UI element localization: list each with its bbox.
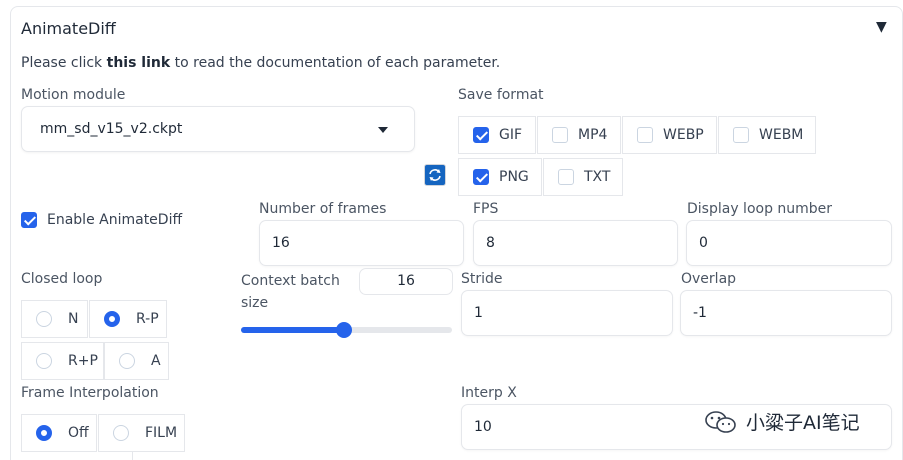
docs-link[interactable]: this link [107, 55, 171, 71]
save-format-option-label: WEBP [663, 127, 704, 143]
save-format-webm-checkbox[interactable]: WEBM [718, 116, 816, 154]
radio-icon [119, 353, 135, 369]
closed-loop-option-r-p[interactable]: R+P [21, 342, 104, 380]
number-of-frames-label: Number of frames [259, 201, 387, 217]
radio-icon [36, 311, 52, 327]
display-loop-label: Display loop number [687, 201, 833, 217]
save-format-gif-checkbox[interactable]: GIF [458, 116, 536, 154]
fps-input[interactable]: 8 [473, 220, 678, 266]
frame-interpolation-option-film[interactable]: FILM [98, 414, 185, 452]
save-format-txt-checkbox[interactable]: TXT [543, 158, 623, 196]
description-text: Please click this link to read the docum… [21, 55, 501, 71]
frame-interpolation-label: Frame Interpolation [21, 385, 159, 401]
save-format-png-checkbox[interactable]: PNG [458, 158, 542, 196]
checkbox-icon [558, 169, 574, 185]
enable-animatediff-label: Enable AnimateDiff [47, 212, 183, 228]
panel-title[interactable]: AnimateDiff [21, 19, 116, 38]
closed-loop-option-label: R+P [68, 353, 98, 369]
radio-icon [113, 425, 129, 441]
closed-loop-option-label: A [151, 353, 161, 369]
checkbox-icon [637, 127, 653, 143]
closed-loop-option-label: N [68, 311, 79, 327]
save-format-option-label: WEBM [759, 127, 804, 143]
closed-loop-option-label: R-P [136, 311, 159, 327]
context-batch-size-label: Context batch size [241, 273, 340, 311]
save-format-mp4-checkbox[interactable]: MP4 [537, 116, 621, 154]
wechat-icon [704, 410, 738, 434]
watermark: 小粱子AI笔记 [704, 408, 860, 435]
frame-interpolation-option-label: Off [68, 425, 89, 441]
context-batch-slider-fill [241, 327, 344, 333]
motion-module-label: Motion module [21, 87, 126, 103]
number-of-frames-input[interactable]: 16 [259, 220, 464, 266]
overlap-input[interactable]: -1 [680, 290, 892, 336]
stride-label: Stride [461, 271, 503, 287]
divider [132, 452, 133, 460]
radio-icon [36, 425, 52, 441]
save-format-label: Save format [458, 87, 544, 103]
save-format-webp-checkbox[interactable]: WEBP [622, 116, 717, 154]
radio-icon [104, 311, 120, 327]
overlap-label: Overlap [681, 271, 737, 287]
display-loop-input[interactable]: 0 [686, 220, 892, 266]
save-format-option-label: GIF [499, 127, 523, 143]
frame-interpolation-option-label: FILM [145, 425, 178, 441]
closed-loop-label: Closed loop [21, 271, 103, 287]
closed-loop-option-n[interactable]: N [21, 300, 88, 338]
checkbox-icon [473, 127, 489, 143]
checkbox-icon [552, 127, 568, 143]
closed-loop-option-a[interactable]: A [104, 342, 169, 380]
dropdown-arrow-icon [378, 127, 388, 133]
fps-label: FPS [473, 201, 499, 217]
stride-input[interactable]: 1 [461, 290, 673, 336]
closed-loop-option-r-p[interactable]: R-P [89, 300, 167, 338]
enable-animatediff-checkbox[interactable]: Enable AnimateDiff [21, 212, 182, 228]
save-format-option-label: MP4 [578, 127, 608, 143]
collapse-triangle-icon[interactable]: ▼ [876, 19, 887, 35]
frame-interpolation-option-off[interactable]: Off [21, 414, 97, 452]
motion-module-dropdown[interactable]: mm_sd_v15_v2.ckpt [21, 106, 415, 152]
context-batch-slider-handle[interactable] [336, 322, 352, 338]
save-format-option-label: TXT [584, 169, 611, 185]
refresh-icon[interactable] [424, 164, 446, 186]
checkbox-icon [733, 127, 749, 143]
motion-module-value: mm_sd_v15_v2.ckpt [40, 121, 183, 137]
interp-x-label: Interp X [461, 385, 517, 401]
radio-icon [36, 353, 52, 369]
context-batch-size-number[interactable]: 16 [359, 268, 453, 295]
enable-check-icon [21, 212, 37, 228]
save-format-option-label: PNG [499, 169, 529, 185]
watermark-text: 小粱子AI笔记 [746, 412, 860, 434]
checkbox-icon [473, 169, 489, 185]
